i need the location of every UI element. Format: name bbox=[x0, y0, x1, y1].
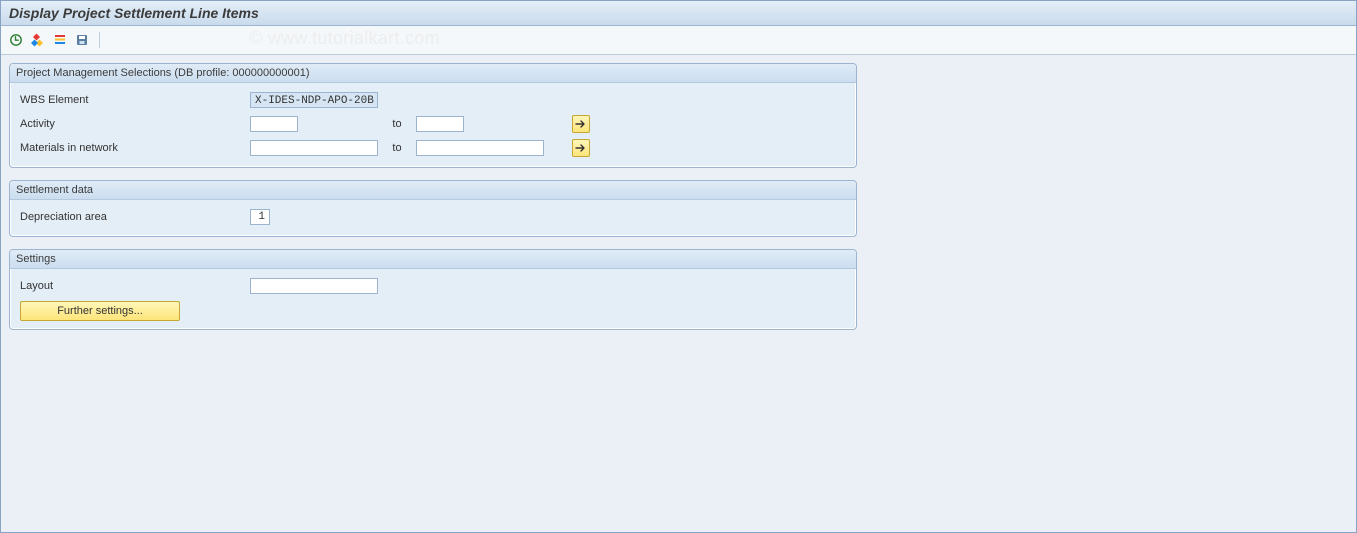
list-icon[interactable] bbox=[51, 31, 69, 49]
activity-label: Activity bbox=[16, 118, 250, 130]
toolbar: © www.tutorialkart.com bbox=[1, 26, 1356, 55]
row-layout: Layout bbox=[16, 275, 850, 297]
row-wbs: WBS Element X-IDES-NDP-APO-20B bbox=[16, 89, 850, 111]
activity-to-label: to bbox=[378, 118, 416, 130]
wbs-label: WBS Element bbox=[16, 94, 250, 106]
materials-from-input[interactable] bbox=[250, 140, 378, 156]
row-activity: Activity to bbox=[16, 113, 850, 135]
depreciation-area-input[interactable] bbox=[250, 209, 270, 225]
execute-icon[interactable] bbox=[7, 31, 25, 49]
activity-from-input[interactable] bbox=[250, 116, 298, 132]
depreciation-label: Depreciation area bbox=[16, 211, 250, 223]
variant-icon[interactable] bbox=[29, 31, 47, 49]
panel-header-settings: Settings bbox=[10, 250, 856, 269]
toolbar-separator bbox=[99, 32, 100, 48]
panel-body-settings: Layout Further settings... bbox=[10, 269, 856, 329]
layout-input[interactable] bbox=[250, 278, 378, 294]
titlebar: Display Project Settlement Line Items bbox=[1, 1, 1356, 26]
panel-settings: Settings Layout Further settings... bbox=[9, 249, 857, 330]
materials-multiple-selection-button[interactable] bbox=[572, 139, 590, 157]
row-materials: Materials in network to bbox=[16, 137, 850, 159]
wbs-element-field: X-IDES-NDP-APO-20B bbox=[250, 92, 378, 108]
save-icon[interactable] bbox=[73, 31, 91, 49]
panel-body-pm: WBS Element X-IDES-NDP-APO-20B Activity … bbox=[10, 83, 856, 167]
panel-settlement: Settlement data Depreciation area bbox=[9, 180, 857, 237]
panel-project-management: Project Management Selections (DB profil… bbox=[9, 63, 857, 168]
materials-to-label: to bbox=[378, 142, 416, 154]
materials-label: Materials in network bbox=[16, 142, 250, 154]
sap-screen: Display Project Settlement Line Items bbox=[0, 0, 1357, 533]
layout-label: Layout bbox=[16, 280, 250, 292]
page-title: Display Project Settlement Line Items bbox=[9, 5, 259, 21]
activity-multiple-selection-button[interactable] bbox=[572, 115, 590, 133]
row-depreciation: Depreciation area bbox=[16, 206, 850, 228]
further-settings-button[interactable]: Further settings... bbox=[20, 301, 180, 321]
activity-to-input[interactable] bbox=[416, 116, 464, 132]
panel-header-settlement: Settlement data bbox=[10, 181, 856, 200]
panel-body-settlement: Depreciation area bbox=[10, 200, 856, 236]
panel-header-pm: Project Management Selections (DB profil… bbox=[10, 64, 856, 83]
watermark: © www.tutorialkart.com bbox=[249, 28, 440, 49]
content-area: Project Management Selections (DB profil… bbox=[1, 55, 1356, 350]
materials-to-input[interactable] bbox=[416, 140, 544, 156]
